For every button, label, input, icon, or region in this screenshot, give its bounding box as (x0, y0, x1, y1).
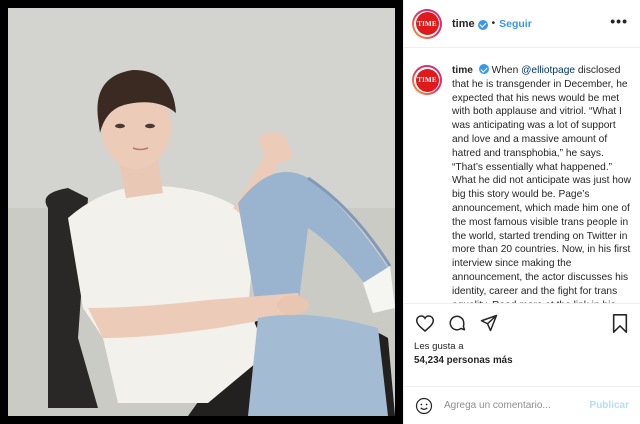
post-comment-button[interactable]: Publicar (590, 400, 629, 411)
likes-label: Les gusta a (414, 341, 464, 352)
caption-text: time When @elliotpage disclosed that he … (452, 63, 631, 303)
follow-button[interactable]: Seguir (499, 18, 532, 30)
caption-intro: When (491, 65, 522, 76)
instagram-post: TIME time • Seguir ••• TIME time When @e… (0, 0, 640, 424)
photo-pane (0, 0, 403, 424)
emoji-icon[interactable] (414, 396, 434, 416)
heart-icon[interactable] (414, 312, 436, 334)
caption-avatar[interactable]: TIME (412, 65, 442, 95)
post-header: TIME time • Seguir ••• (404, 0, 640, 48)
portrait-image (8, 8, 395, 416)
caption-username[interactable]: time (452, 65, 473, 76)
share-icon[interactable] (478, 312, 500, 334)
comment-icon[interactable] (446, 312, 468, 334)
header-username[interactable]: time (452, 18, 475, 30)
profile-avatar[interactable]: TIME (412, 8, 442, 39)
verified-badge-icon (478, 64, 489, 74)
actions-bar: Les gusta a 54,234 personas más (404, 303, 640, 366)
comment-input[interactable]: Agrega un comentario... (444, 400, 590, 411)
time-logo: TIME (415, 12, 439, 35)
comment-bar: Agrega un comentario... Publicar (404, 386, 640, 424)
post-photo[interactable] (8, 8, 395, 416)
caption-body: disclosed that he is transgender in Dece… (452, 65, 631, 303)
separator-dot: • (491, 18, 496, 29)
caption-mention-link[interactable]: @elliotpage (521, 65, 575, 76)
caption-area: TIME time When @elliotpage disclosed tha… (404, 49, 640, 303)
time-logo: TIME (415, 68, 439, 92)
verified-badge-icon (477, 19, 488, 30)
more-options-icon[interactable]: ••• (610, 14, 628, 28)
likes-count[interactable]: 54,234 personas más (414, 355, 631, 366)
post-sidebar: TIME time • Seguir ••• TIME time When @e… (403, 0, 640, 424)
bookmark-icon[interactable] (609, 312, 631, 334)
